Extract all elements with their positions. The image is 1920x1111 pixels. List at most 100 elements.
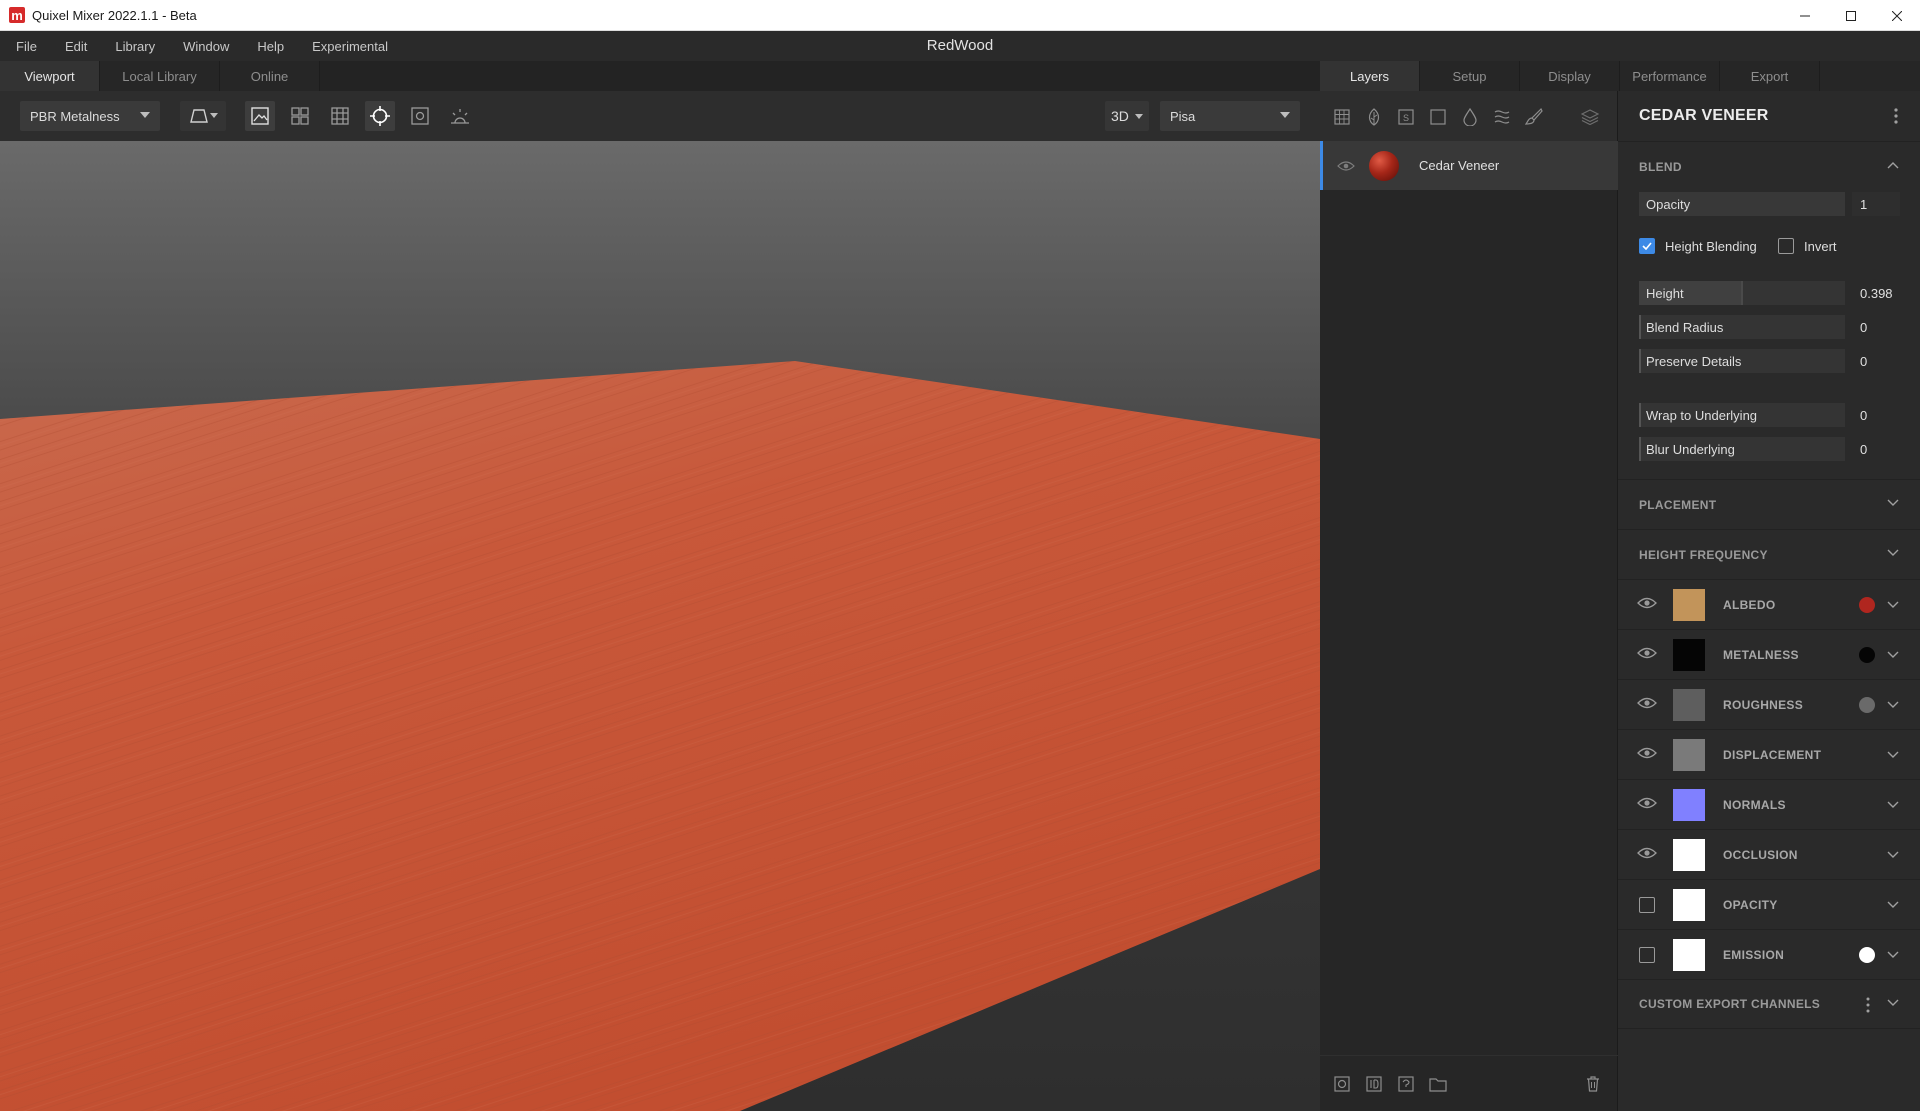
blend-header[interactable]: BLEND: [1618, 142, 1920, 192]
eye-icon[interactable]: [1637, 696, 1657, 710]
tab-online[interactable]: Online: [220, 61, 320, 91]
wrap-to-underlying-slider[interactable]: Wrap to Underlying: [1639, 403, 1845, 427]
menu-help[interactable]: Help: [257, 39, 296, 54]
menu-experimental[interactable]: Experimental: [312, 39, 400, 54]
blend-radius-value[interactable]: 0: [1852, 315, 1900, 339]
metalness-swatch: [1673, 639, 1705, 671]
placement-header[interactable]: PLACEMENT: [1618, 479, 1920, 529]
channel-metalness[interactable]: METALNESS: [1618, 629, 1920, 679]
add-surface-layer-button[interactable]: [1331, 106, 1353, 128]
paint-brush-button[interactable]: [1523, 106, 1545, 128]
preserve-details-slider[interactable]: Preserve Details: [1639, 349, 1845, 373]
menu-file[interactable]: File: [16, 39, 49, 54]
blend-radius-slider[interactable]: Blend Radius: [1639, 315, 1845, 339]
render-mode-dropdown[interactable]: PBR Metalness: [20, 101, 160, 131]
channel-roughness[interactable]: ROUGHNESS: [1618, 679, 1920, 729]
height-blending-toggle[interactable]: Height Blending: [1639, 238, 1757, 254]
height-frequency-header[interactable]: HEIGHT FREQUENCY: [1618, 529, 1920, 579]
channel-opacity[interactable]: OPACITY: [1618, 879, 1920, 929]
add-id-mask-button[interactable]: [1363, 1073, 1385, 1095]
metalness-color-dot[interactable]: [1859, 647, 1875, 663]
view-mode-dropdown[interactable]: 3D: [1105, 101, 1149, 131]
more-options-icon[interactable]: [1866, 997, 1870, 1013]
eye-icon[interactable]: [1637, 846, 1657, 860]
opacity-value[interactable]: 1: [1852, 192, 1900, 216]
chevron-down-icon[interactable]: [1887, 951, 1899, 959]
tab-layers[interactable]: Layers: [1320, 61, 1420, 91]
channel-occlusion[interactable]: OCCLUSION: [1618, 829, 1920, 879]
add-mask-button[interactable]: [1331, 1073, 1353, 1095]
chevron-down-icon[interactable]: [1887, 801, 1899, 809]
chevron-down-icon[interactable]: [1887, 999, 1899, 1007]
3d-viewport[interactable]: [0, 141, 1320, 1111]
blur-underlying-slider[interactable]: Blur Underlying: [1639, 437, 1845, 461]
chevron-down-icon[interactable]: [1887, 701, 1899, 709]
add-folder-button[interactable]: [1427, 1073, 1449, 1095]
chevron-down-icon[interactable]: [1887, 851, 1899, 859]
eye-icon[interactable]: [1637, 596, 1657, 610]
menu-library[interactable]: Library: [115, 39, 167, 54]
tiling-button[interactable]: [285, 101, 315, 131]
tab-local-library[interactable]: Local Library: [100, 61, 220, 91]
add-fill-layer-button[interactable]: [1459, 106, 1481, 128]
layer-stack-button[interactable]: [1579, 106, 1601, 128]
menu-edit[interactable]: Edit: [65, 39, 99, 54]
close-button[interactable]: [1874, 0, 1920, 31]
tab-performance[interactable]: Performance: [1620, 61, 1720, 91]
emission-color-dot[interactable]: [1859, 947, 1875, 963]
more-options-icon[interactable]: [1894, 108, 1898, 124]
mesh-shape-dropdown[interactable]: [180, 101, 226, 131]
add-smart-mask-button[interactable]: [1395, 1073, 1417, 1095]
eye-icon[interactable]: [1337, 160, 1355, 172]
lighting-button[interactable]: [445, 101, 475, 131]
chevron-down-icon[interactable]: [1887, 651, 1899, 659]
opacity-channel-checkbox[interactable]: [1639, 897, 1655, 913]
channel-displacement[interactable]: DISPLACEMENT: [1618, 729, 1920, 779]
channel-albedo[interactable]: ALBEDO: [1618, 579, 1920, 629]
height-slider[interactable]: Height: [1639, 281, 1845, 305]
preserve-details-value[interactable]: 0: [1852, 349, 1900, 373]
blend-section: BLEND Opacity 1 Height Blending Invert H…: [1618, 141, 1920, 479]
tab-setup[interactable]: Setup: [1420, 61, 1520, 91]
chevron-down-icon[interactable]: [1887, 601, 1899, 609]
roughness-color-dot[interactable]: [1859, 697, 1875, 713]
add-solid-layer-button[interactable]: S: [1395, 106, 1417, 128]
eye-icon[interactable]: [1637, 796, 1657, 810]
focus-target-button[interactable]: [365, 101, 395, 131]
add-effect-layer-button[interactable]: [1491, 106, 1513, 128]
image-view-button[interactable]: [245, 101, 275, 131]
albedo-color-dot[interactable]: [1859, 597, 1875, 613]
screenshot-button[interactable]: [405, 101, 435, 131]
preserve-details-label: Preserve Details: [1646, 353, 1742, 369]
emission-channel-checkbox[interactable]: [1639, 947, 1655, 963]
tab-export[interactable]: Export: [1720, 61, 1820, 91]
layer-item[interactable]: Cedar Veneer: [1320, 141, 1618, 190]
plane-mesh-icon: [190, 109, 208, 123]
eye-icon[interactable]: [1637, 646, 1657, 660]
environment-dropdown[interactable]: Pisa: [1160, 101, 1300, 131]
height-value[interactable]: 0.398: [1852, 281, 1900, 305]
add-atlas-layer-button[interactable]: [1363, 106, 1385, 128]
delete-layer-button[interactable]: [1582, 1073, 1604, 1095]
chevron-down-icon[interactable]: [1887, 901, 1899, 909]
invert-checkbox[interactable]: [1778, 238, 1794, 254]
opacity-field[interactable]: Opacity: [1639, 192, 1845, 216]
invert-toggle[interactable]: Invert: [1778, 238, 1837, 254]
minimize-button[interactable]: [1782, 0, 1828, 31]
eye-icon[interactable]: [1637, 746, 1657, 760]
height-blending-checkbox[interactable]: [1639, 238, 1655, 254]
grid-button[interactable]: [325, 101, 355, 131]
channel-emission[interactable]: EMISSION: [1618, 929, 1920, 979]
wrap-to-underlying-value[interactable]: 0: [1852, 403, 1900, 427]
custom-export-channels-header[interactable]: CUSTOM EXPORT CHANNELS: [1618, 979, 1920, 1029]
chevron-down-icon[interactable]: [1887, 751, 1899, 759]
maximize-button[interactable]: [1828, 0, 1874, 31]
menu-window[interactable]: Window: [183, 39, 241, 54]
chevron-down-icon: [1887, 499, 1899, 506]
smart-mask-icon: [1398, 1076, 1414, 1092]
tab-viewport[interactable]: Viewport: [0, 61, 100, 91]
tab-display[interactable]: Display: [1520, 61, 1620, 91]
blur-underlying-value[interactable]: 0: [1852, 437, 1900, 461]
add-paint-layer-button[interactable]: [1427, 106, 1449, 128]
channel-normals[interactable]: NORMALS: [1618, 779, 1920, 829]
